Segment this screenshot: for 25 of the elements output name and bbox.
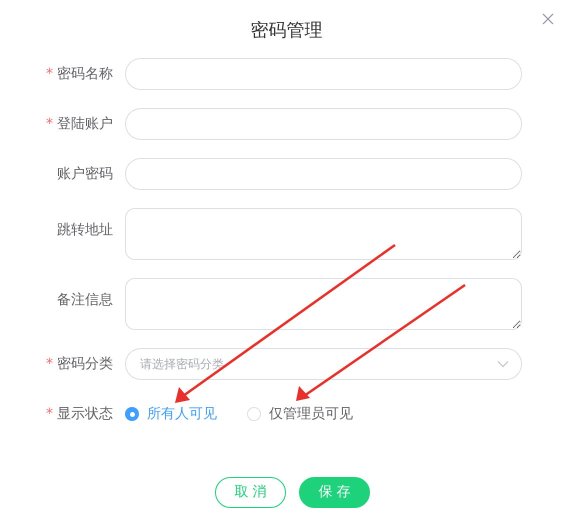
radio-option[interactable]: 仅管理员可见 — [247, 404, 353, 424]
field-label: 密码名称 — [57, 64, 113, 84]
field-label: 密码分类 — [57, 354, 113, 374]
field-label: 备注信息 — [57, 291, 113, 310]
radio-icon[interactable] — [247, 407, 261, 421]
input-field[interactable] — [125, 108, 522, 140]
required-mark: * — [46, 404, 53, 424]
field-label: 显示状态 — [57, 404, 113, 424]
save-button[interactable]: 保 存 — [299, 477, 370, 508]
field-label: 跳转地址 — [57, 221, 113, 240]
required-mark: * — [46, 64, 53, 84]
radio-icon[interactable] — [125, 407, 139, 421]
field-label: 账户密码 — [57, 164, 113, 184]
required-mark: * — [46, 354, 53, 374]
chevron-down-icon — [497, 360, 509, 368]
dialog-title: 密码管理 — [250, 19, 322, 43]
close-icon[interactable] — [542, 13, 554, 25]
text-area[interactable] — [125, 208, 522, 260]
input-field[interactable] — [125, 158, 522, 190]
text-area[interactable] — [125, 278, 522, 330]
required-mark: * — [46, 114, 53, 134]
input-field[interactable] — [125, 58, 522, 90]
cancel-button[interactable]: 取 消 — [215, 477, 286, 508]
radio-option[interactable]: 所有人可见 — [125, 404, 217, 424]
field-label: 登陆账户 — [57, 114, 113, 134]
